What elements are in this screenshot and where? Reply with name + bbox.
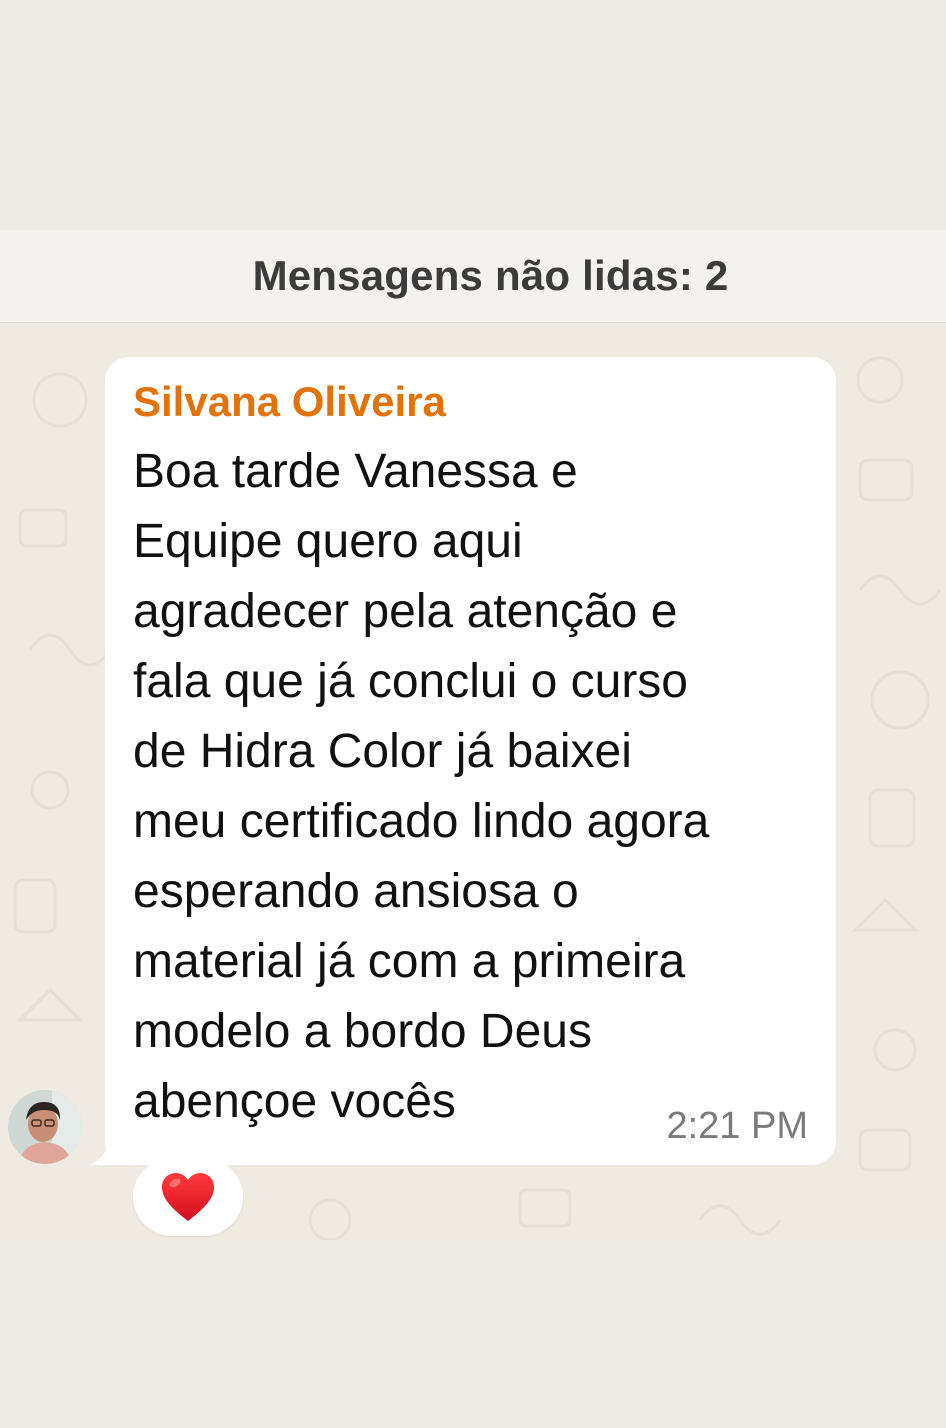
message-timestamp: 2:21 PM	[666, 1105, 808, 1147]
message-line: Equipe quero aqui	[133, 515, 523, 568]
message-line: meu certificado lindo agora	[133, 795, 710, 848]
message-line: de Hidra Color já baixei	[133, 725, 632, 778]
chat-area: Mensagens não lidas: 2 Silvana Oliveira …	[0, 230, 946, 1240]
sender-avatar[interactable]	[8, 1090, 82, 1164]
red-heart-icon	[162, 1173, 214, 1221]
message-line: fala que já conclui o curso	[133, 655, 688, 708]
message-line: Boa tarde Vanessa e	[133, 445, 578, 498]
message-reaction[interactable]	[133, 1158, 243, 1236]
message-text: Boa tarde Vanessa e Equipe quero aqui ag…	[133, 437, 823, 1137]
message-line: material já com a primeira	[133, 935, 686, 988]
message-line: esperando ansiosa o	[133, 865, 579, 918]
message-line: modelo a bordo Deus	[133, 1005, 592, 1058]
unread-messages-label: Mensagens não lidas: 2	[252, 252, 729, 299]
unread-messages-divider: Mensagens não lidas: 2	[0, 230, 946, 323]
sender-name[interactable]: Silvana Oliveira	[133, 375, 446, 429]
message-line: agradecer pela atenção e	[133, 585, 678, 638]
message-bubble[interactable]: Silvana Oliveira Boa tarde Vanessa e Equ…	[105, 357, 836, 1165]
user-photo-icon	[8, 1090, 82, 1164]
